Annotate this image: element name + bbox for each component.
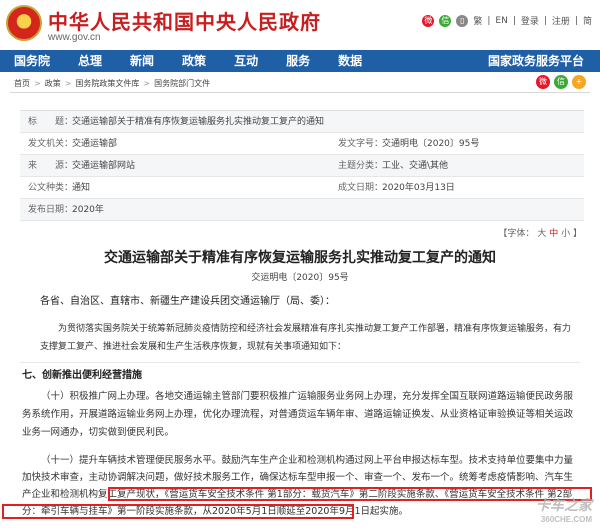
site-title[interactable]: 中华人民共和国中央人民政府	[48, 6, 321, 35]
nav-item-policy[interactable]: 政策	[168, 50, 220, 72]
mobile-icon[interactable]: ▯	[456, 14, 469, 27]
meta-row-source: 来 源： 交通运输部网站 主题分类： 工业、交通\其他	[20, 155, 584, 177]
link-english[interactable]: EN	[495, 16, 507, 26]
nav-item-gov-service-platform[interactable]: 国家政务服务平台	[474, 50, 600, 72]
link-login[interactable]: 登录	[521, 14, 539, 27]
paragraph-online-processing: （十）积极推广网上办理。各地交通运输主管部门要积极推广运输服务业务网上办理，充分…	[22, 391, 574, 438]
highlight-box-line2	[2, 504, 354, 519]
highlight-box-line1	[108, 487, 592, 501]
article-intro: 为贯彻落实国务院关于统筹新冠肺炎疫情防控和经济社会发展精准有序扎实推动复工复产工…	[40, 324, 572, 352]
font-size-large[interactable]: 大	[537, 229, 546, 239]
article-title: 交通运输部关于精准有序恢复运输服务扎实推动复工复产的通知	[104, 250, 496, 266]
section-heading: 七、创新推出便利经营措施	[22, 370, 142, 381]
nav-item-data[interactable]: 数据	[324, 50, 376, 72]
meta-row-publish: 发布日期： 2020年	[20, 199, 584, 221]
meta-row-title: 标 题： 交通运输部关于精准有序恢复运输服务扎实推动复工复产的通知	[20, 111, 584, 133]
breadcrumb: 首页 > 政策 > 国务院政策文件库 > 国务院部门文件	[14, 78, 211, 89]
document-number: 交运明电〔2020〕95号	[251, 273, 349, 283]
font-size-small[interactable]: 小	[561, 229, 570, 239]
font-size-medium[interactable]: 中	[549, 229, 558, 239]
site-header: 中华人民共和国中央人民政府 www.gov.cn 微 信 ▯ 繁| EN| 登录…	[0, 0, 600, 50]
breadcrumb-library[interactable]: 国务院政策文件库	[75, 78, 139, 89]
breadcrumb-dept-files[interactable]: 国务院部门文件	[154, 78, 210, 89]
document-metadata-table: 标 题： 交通运输部关于精准有序恢复运输服务扎实推动复工复产的通知 发文机关： …	[20, 110, 584, 221]
link-simplified[interactable]: 简	[583, 14, 592, 27]
weibo-icon[interactable]: 微	[422, 14, 435, 27]
breadcrumb-divider	[10, 92, 590, 93]
link-traditional[interactable]: 繁	[473, 14, 482, 27]
site-domain: www.gov.cn	[48, 32, 101, 43]
share-more-icon[interactable]: +	[572, 75, 586, 89]
watermark-logo: 卡车之家 360CHE.COM	[536, 497, 592, 524]
nav-item-premier[interactable]: 总理	[64, 50, 116, 72]
meta-row-type: 公文种类： 通知 成文日期： 2020年03月13日	[20, 177, 584, 199]
link-register[interactable]: 注册	[552, 14, 570, 27]
font-size-control: 【字体： 大 中 小 】	[498, 229, 582, 239]
nav-item-service[interactable]: 服务	[272, 50, 324, 72]
nav-item-news[interactable]: 新闻	[116, 50, 168, 72]
share-buttons: 微 信 +	[536, 75, 586, 89]
share-wechat-icon[interactable]: 信	[554, 75, 568, 89]
nav-item-interaction[interactable]: 互动	[220, 50, 272, 72]
top-links: 微 信 ▯ 繁 | EN | 登录 | 注册 | 简	[422, 14, 592, 27]
nav-item-state-council[interactable]: 国务院	[0, 50, 64, 72]
breadcrumb-policy[interactable]: 政策	[45, 78, 61, 89]
wechat-icon[interactable]: 信	[439, 14, 452, 27]
national-emblem-icon	[6, 5, 42, 41]
article-recipient: 各省、自治区、直辖市、新疆生产建设兵团交通运输厅（局、委）：	[40, 296, 335, 307]
meta-row-issuer: 发文机关： 交通运输部 发文字号： 交通明电〔2020〕95号	[20, 133, 584, 155]
share-weibo-icon[interactable]: 微	[536, 75, 550, 89]
section-divider	[20, 362, 580, 363]
breadcrumb-home[interactable]: 首页	[14, 78, 30, 89]
main-nav: 国务院 总理 新闻 政策 互动 服务 数据 国家政务服务平台	[0, 50, 600, 72]
